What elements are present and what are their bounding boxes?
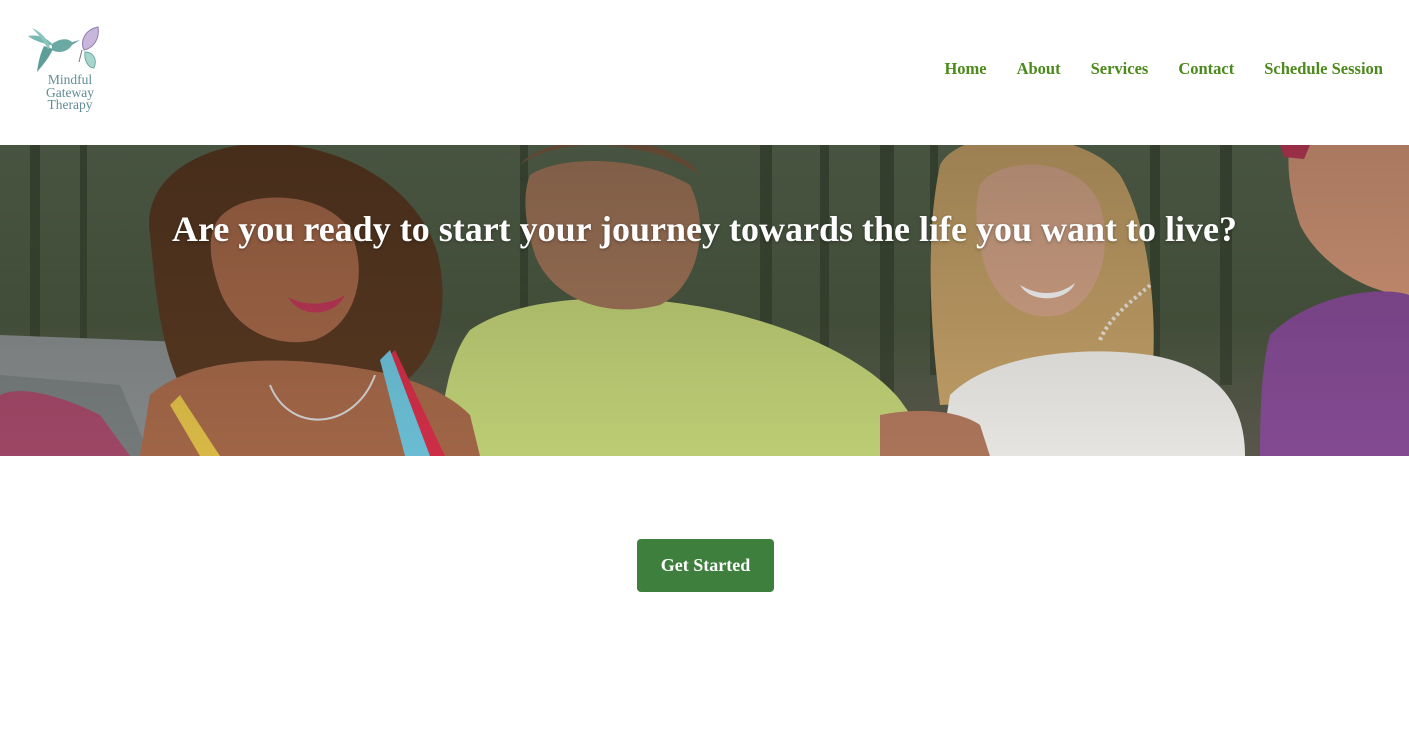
get-started-button[interactable]: Get Started <box>637 539 774 592</box>
site-logo[interactable]: Mindful Gateway Therapy <box>22 24 118 116</box>
nav-link-contact[interactable]: Contact <box>1178 58 1234 80</box>
main-nav: Home About Services Contact Schedule Ses… <box>944 58 1383 80</box>
logo-wordmark: Mindful Gateway Therapy <box>22 73 118 112</box>
nav-link-about[interactable]: About <box>1017 58 1061 80</box>
nav-link-services[interactable]: Services <box>1091 58 1149 80</box>
hero-background-photo <box>0 145 1409 456</box>
hummingbird-butterfly-logo-icon <box>28 26 99 72</box>
nav-link-home[interactable]: Home <box>944 58 986 80</box>
hero-title: Are you ready to start your journey towa… <box>172 209 1237 249</box>
site-header: Mindful Gateway Therapy Home About Servi… <box>0 0 1409 145</box>
nav-link-schedule-session[interactable]: Schedule Session <box>1264 58 1383 80</box>
logo-text-line: Therapy <box>47 97 93 112</box>
hero-banner: Are you ready to start your journey towa… <box>0 145 1409 456</box>
